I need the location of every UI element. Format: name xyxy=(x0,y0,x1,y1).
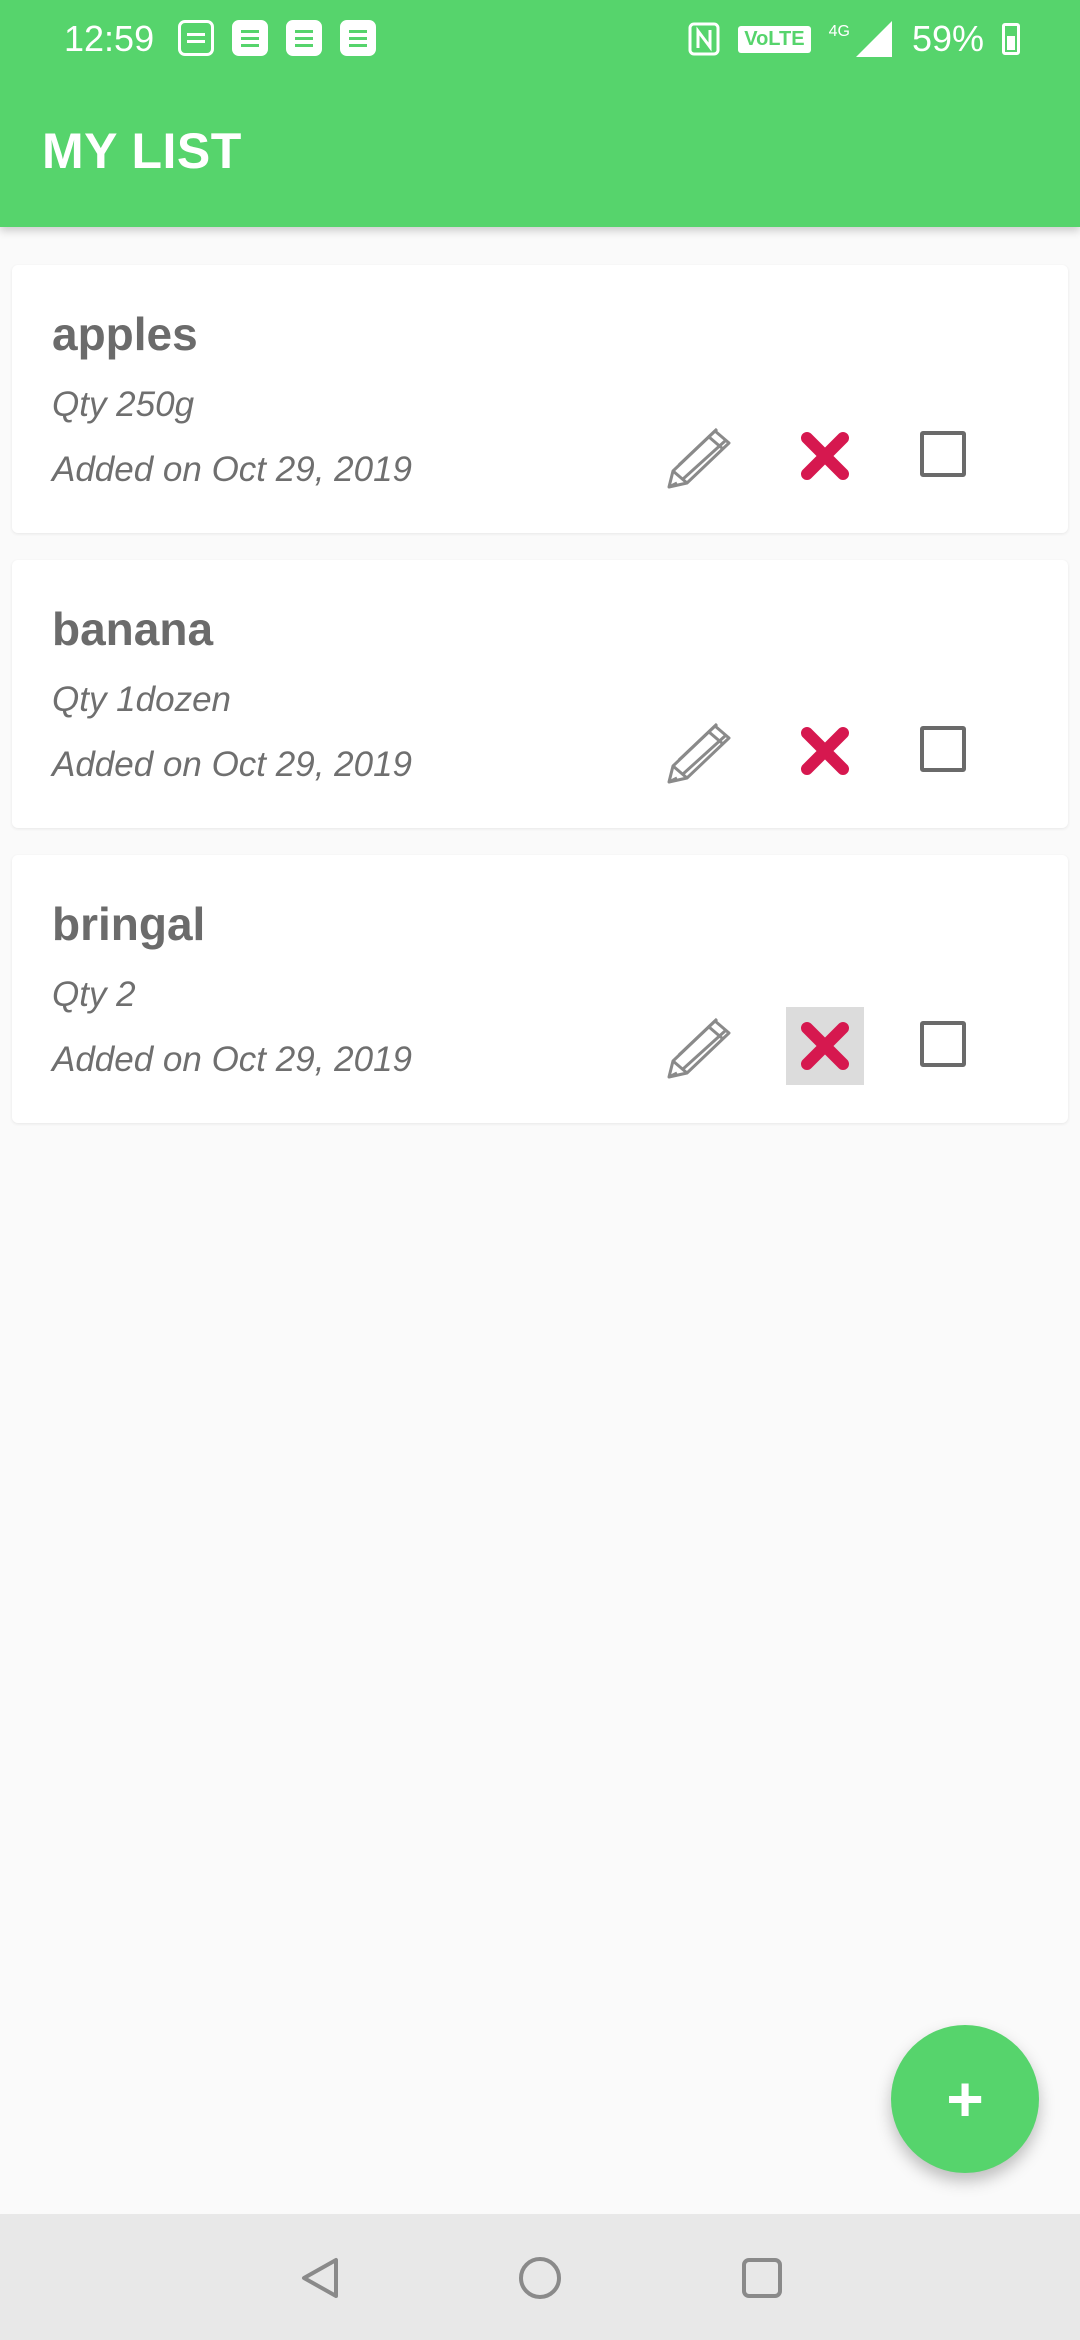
close-icon xyxy=(801,1022,849,1070)
nav-home-button[interactable] xyxy=(512,2250,568,2306)
delete-button[interactable] xyxy=(786,417,864,495)
notification-icons xyxy=(178,20,376,56)
edit-button[interactable] xyxy=(660,1007,742,1089)
status-right: VoLTE 4G 59% xyxy=(688,18,1020,60)
signal-icon xyxy=(855,21,892,57)
nav-recents-button[interactable] xyxy=(734,2250,790,2306)
checkbox[interactable] xyxy=(920,431,966,477)
document-notification-icon xyxy=(340,20,376,56)
network-label: 4G xyxy=(828,23,850,40)
edit-button[interactable] xyxy=(660,417,742,499)
edit-button[interactable] xyxy=(660,712,742,794)
list-item: bringal Qty 2 Added on Oct 29, 2019 xyxy=(12,855,1068,1123)
document-notification-icon xyxy=(232,20,268,56)
calculator-notification-icon xyxy=(178,20,214,56)
app-bar: 12:59 VoLTE 4G 59% MY LIST xyxy=(0,0,1080,227)
back-triangle-icon xyxy=(302,2258,338,2298)
pencil-icon xyxy=(667,427,731,489)
battery-percent: 59% xyxy=(911,18,984,59)
home-circle-icon xyxy=(519,2257,561,2299)
nfc-icon xyxy=(688,22,720,56)
checkbox[interactable] xyxy=(920,1021,966,1067)
item-date: Added on Oct 29, 2019 xyxy=(52,450,412,489)
list-item: apples Qty 250g Added on Oct 29, 2019 xyxy=(12,265,1068,533)
system-nav-bar xyxy=(0,2214,1080,2340)
document-notification-icon xyxy=(286,20,322,56)
item-date: Added on Oct 29, 2019 xyxy=(52,745,412,784)
close-icon xyxy=(801,727,849,775)
item-qty: Qty 250g xyxy=(52,385,195,424)
item-qty: Qty 1dozen xyxy=(52,680,231,719)
delete-button[interactable] xyxy=(786,1007,864,1085)
item-qty: Qty 2 xyxy=(52,975,136,1014)
list-item: banana Qty 1dozen Added on Oct 29, 2019 xyxy=(12,560,1068,828)
page-title: MY LIST xyxy=(42,123,242,179)
add-item-button[interactable]: + xyxy=(891,2025,1039,2173)
nav-back-button[interactable] xyxy=(292,2250,348,2306)
delete-button[interactable] xyxy=(786,712,864,790)
item-name: apples xyxy=(52,308,198,360)
item-name: banana xyxy=(52,603,214,655)
shopping-list: apples Qty 250g Added on Oct 29, 2019 ba… xyxy=(12,265,1068,1150)
close-icon xyxy=(801,432,849,480)
status-time: 12:59 xyxy=(64,18,155,59)
item-date: Added on Oct 29, 2019 xyxy=(52,1040,412,1079)
pencil-icon xyxy=(667,722,731,784)
checkbox[interactable] xyxy=(920,726,966,772)
recents-square-icon xyxy=(742,2258,782,2298)
volte-badge: VoLTE xyxy=(738,25,811,53)
battery-icon xyxy=(1002,23,1020,55)
status-bar: 12:59 VoLTE 4G 59% xyxy=(0,0,1080,80)
item-name: bringal xyxy=(52,898,206,950)
pencil-icon xyxy=(667,1017,731,1079)
